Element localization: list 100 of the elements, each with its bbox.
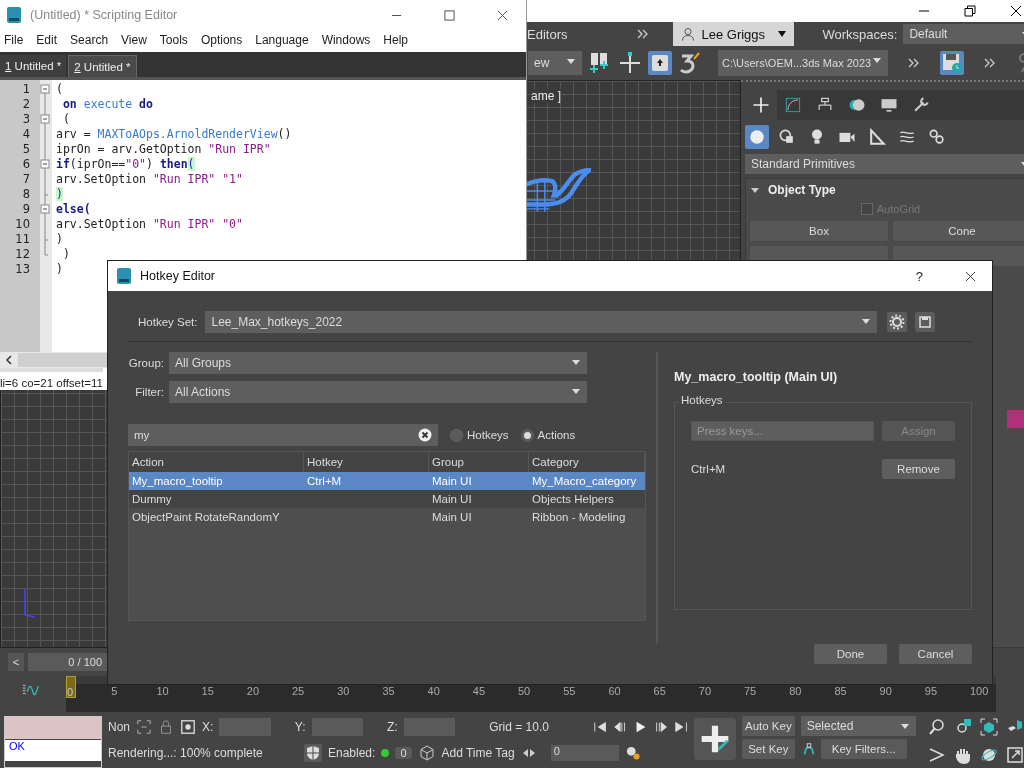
shield-icon[interactable] xyxy=(304,744,322,762)
remove-button[interactable]: Remove xyxy=(882,459,955,479)
clear-icon[interactable] xyxy=(418,428,432,442)
dialog-button[interactable]: Cancel xyxy=(899,644,972,664)
frame-number: 65 xyxy=(653,684,667,698)
editor-tab[interactable]: 2 Untitled * xyxy=(68,55,137,77)
maximize-icon[interactable] xyxy=(444,9,455,21)
menu-item[interactable]: Search xyxy=(70,33,109,47)
radio-button[interactable] xyxy=(450,428,463,442)
cube-icon[interactable] xyxy=(417,744,436,762)
dialog-button[interactable]: Done xyxy=(814,644,887,664)
add-time-tag-link[interactable]: Add Time Tag xyxy=(441,746,515,760)
auto-key-button[interactable]: Auto Key xyxy=(742,716,795,736)
scroll-left-icon[interactable] xyxy=(4,355,14,365)
menu-item[interactable]: Windows xyxy=(321,33,371,47)
table-cell-text: Main UI xyxy=(431,475,473,487)
next-frame-icon[interactable] xyxy=(653,720,668,734)
maximize-viewport-icon[interactable] xyxy=(1005,746,1024,764)
viewport-label[interactable]: ame ] xyxy=(531,89,561,103)
chevrons-icon[interactable] xyxy=(984,58,996,68)
time-slider-thumb[interactable]: 0 / 100 xyxy=(28,653,108,671)
code-line: arv = MAXToAOps.ArnoldRenderView() xyxy=(56,127,292,142)
key-set-dropdown[interactable]: Selected xyxy=(800,716,916,736)
close-icon[interactable] xyxy=(497,9,508,21)
snap-icon[interactable] xyxy=(678,51,702,75)
orbit-icon[interactable] xyxy=(979,746,998,764)
editor-tab[interactable]: 1 Untitled * xyxy=(0,55,67,77)
view-dropdown[interactable]: ew xyxy=(528,51,582,75)
menu-item[interactable]: Tools xyxy=(159,33,188,47)
previous-frame-icon[interactable] xyxy=(613,720,628,734)
group-dropdown[interactable]: All Groups xyxy=(169,352,587,374)
line-number: 5 xyxy=(21,142,31,157)
help-button[interactable]: ? xyxy=(915,268,923,284)
code-line: on execute do xyxy=(61,97,153,112)
restore-icon[interactable] xyxy=(964,5,976,17)
selection-bracket-icon[interactable] xyxy=(136,718,152,736)
close-icon[interactable] xyxy=(965,270,976,282)
chevrons-icon[interactable] xyxy=(637,29,650,39)
project-path-dropdown[interactable]: C:\Users\OEM...3ds Max 2023 xyxy=(718,50,888,76)
radio-button[interactable] xyxy=(520,428,534,442)
settings-icon[interactable] xyxy=(887,312,908,332)
menu-item[interactable]: File xyxy=(4,33,24,47)
user-account-button[interactable]: Lee Griggs xyxy=(673,22,795,46)
radio-label[interactable]: Actions xyxy=(537,429,576,441)
x-label: X: xyxy=(201,720,214,734)
key-filters-button[interactable]: Key Filters... xyxy=(820,739,907,759)
absolute-mode-icon[interactable] xyxy=(180,718,196,736)
fold-toggle-icon[interactable] xyxy=(40,82,50,97)
current-frame-field[interactable]: 0 xyxy=(550,745,619,761)
field-of-view-icon[interactable] xyxy=(927,746,946,764)
time-configuration-icon[interactable] xyxy=(624,746,641,760)
fold-toggle-icon[interactable] xyxy=(40,202,50,217)
menu-item[interactable]: Options xyxy=(200,33,243,47)
menu-item[interactable]: Editors xyxy=(527,26,568,42)
filter-dropdown[interactable]: All Actions xyxy=(169,381,587,403)
go-to-start-icon[interactable] xyxy=(592,720,608,734)
primitive-button[interactable]: Box xyxy=(750,221,888,241)
lock-icon[interactable] xyxy=(158,718,174,736)
menu-item[interactable]: Edit xyxy=(36,33,58,47)
code-line: ) xyxy=(56,262,63,277)
menu-item[interactable]: Language xyxy=(255,33,309,47)
zoom-icon[interactable] xyxy=(927,718,946,736)
count-badge[interactable]: 0 xyxy=(395,747,412,759)
menu-item[interactable]: Help xyxy=(383,33,408,47)
rollout-title[interactable]: Object Type xyxy=(768,183,836,197)
scrollbar-thumb[interactable] xyxy=(18,353,108,367)
hotkey-set-dropdown[interactable]: Lee_Max_hotkeys_2022 xyxy=(205,311,878,333)
frame-number: 5 xyxy=(111,684,119,698)
collapse-triangle-icon[interactable] xyxy=(750,185,760,195)
listener-output[interactable]: OK xyxy=(5,740,101,761)
set-key-mode-button[interactable]: Set Key xyxy=(742,739,795,759)
save-icon[interactable] xyxy=(915,312,936,332)
pan-hand-icon[interactable] xyxy=(953,746,972,764)
primitive-button[interactable]: Cone xyxy=(893,221,1024,241)
search-field[interactable]: my xyxy=(128,424,438,446)
chevrons-icon[interactable] xyxy=(908,58,920,68)
close-icon[interactable] xyxy=(1010,5,1022,17)
line-number: 9 xyxy=(21,202,31,217)
table-row[interactable]: ObjectPaint RotateRandomY Main UI Ribbon - Modeling xyxy=(129,508,645,526)
listener-input[interactable] xyxy=(5,717,101,739)
previous-frame-button[interactable]: < xyxy=(8,653,24,671)
move-icon[interactable] xyxy=(618,51,642,75)
assigned-hotkey: Ctrl+M xyxy=(691,463,726,475)
line-number: 10 xyxy=(14,217,31,232)
color-swatch[interactable] xyxy=(1007,410,1024,428)
table-row[interactable]: My_macro_tooltip Ctrl+M Main UI My_Macro_category xyxy=(129,472,645,490)
curve-editor-icon[interactable] xyxy=(22,682,40,696)
code-line: ( xyxy=(61,112,70,127)
press-keys-field[interactable]: Press keys... xyxy=(691,421,874,441)
fold-toggle-icon[interactable] xyxy=(40,112,50,127)
fold-toggle-icon[interactable] xyxy=(40,157,50,172)
radio-label[interactable]: Hotkeys xyxy=(467,429,509,441)
table-row[interactable]: Dummy Main UI Objects Helpers xyxy=(129,490,645,508)
menu-item[interactable]: View xyxy=(121,33,147,47)
autosave-icon[interactable] xyxy=(940,51,964,75)
zoom-extents-icon[interactable] xyxy=(979,718,998,736)
upload-icon[interactable] xyxy=(648,51,672,75)
go-to-end-icon[interactable] xyxy=(673,720,688,734)
set-key-button[interactable] xyxy=(694,718,736,760)
group-box-title: Hotkeys xyxy=(679,394,725,406)
